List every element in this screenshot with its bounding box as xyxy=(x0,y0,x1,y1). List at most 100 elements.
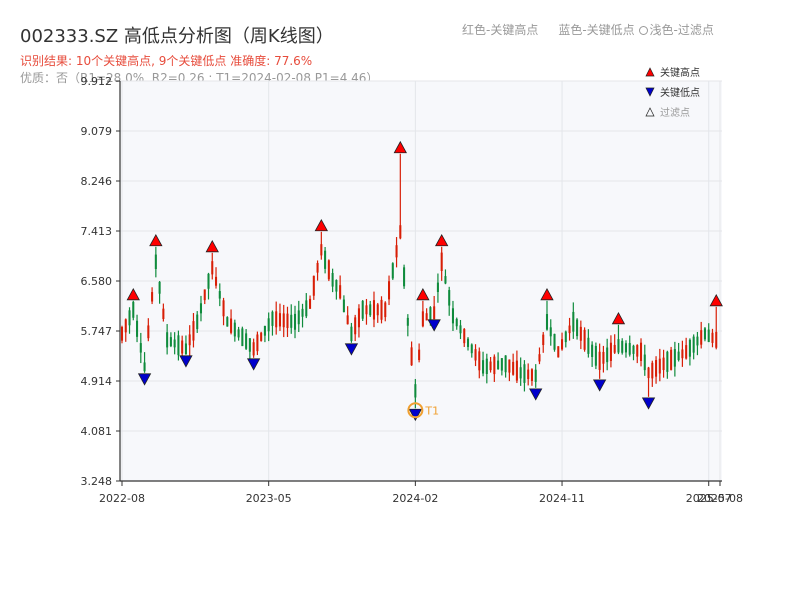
candle-body xyxy=(132,301,135,318)
y-tick-label: 4.081 xyxy=(81,425,113,438)
candle-body xyxy=(696,336,699,346)
x-tick-label: 2023-05 xyxy=(246,492,292,505)
candle-body xyxy=(245,333,248,349)
candle-body xyxy=(301,308,304,317)
candle-body xyxy=(542,334,545,346)
candle-body xyxy=(136,320,139,337)
candle-body xyxy=(230,318,233,333)
candle-body xyxy=(602,351,605,364)
candle-body xyxy=(523,364,526,383)
candle-body xyxy=(673,349,676,367)
candle-body xyxy=(606,347,609,363)
candle-body xyxy=(500,358,503,371)
candle-body xyxy=(320,244,323,256)
candle-body xyxy=(143,362,146,372)
candle-body xyxy=(342,299,345,313)
candle-body xyxy=(655,360,658,377)
legend-high-icon xyxy=(645,67,655,77)
y-tick-label: 6.580 xyxy=(81,275,113,288)
candle-body xyxy=(226,317,229,327)
candle-body xyxy=(613,344,616,353)
candle-body xyxy=(335,280,338,292)
candle-body xyxy=(700,330,703,345)
candle-body xyxy=(297,310,300,325)
candle-body xyxy=(327,260,330,280)
candle-body xyxy=(252,342,255,356)
candle-body xyxy=(233,322,236,337)
candle-body xyxy=(410,347,413,366)
candle-body xyxy=(433,306,436,320)
candle-body xyxy=(316,262,319,273)
candle-body xyxy=(564,331,567,343)
candle-body xyxy=(267,318,270,332)
candle-body xyxy=(387,281,391,300)
candle-body xyxy=(372,300,376,320)
y-tick-label: 9.912 xyxy=(81,75,113,88)
candle-body xyxy=(350,326,353,341)
legend-high-label: 关键高点 xyxy=(660,66,700,79)
candle-body xyxy=(493,356,496,375)
candle-body xyxy=(685,345,688,359)
candle-body xyxy=(636,345,639,357)
candle-body xyxy=(192,321,195,341)
candle-body xyxy=(196,314,199,330)
candle-body xyxy=(466,338,470,347)
candle-body xyxy=(651,362,654,379)
candle-body xyxy=(643,354,646,371)
x-tick-label: 2024-02 xyxy=(392,492,438,505)
candle-body xyxy=(707,329,710,343)
candle-body xyxy=(384,302,387,318)
candle-body xyxy=(587,337,590,354)
candle-body xyxy=(181,340,184,354)
candle-body xyxy=(162,308,165,319)
candle-body xyxy=(455,318,458,327)
candle-body xyxy=(218,291,221,299)
candle-body xyxy=(478,351,481,371)
candle-body xyxy=(474,349,477,361)
x-tick-label: 2024-11 xyxy=(539,492,585,505)
candle-body xyxy=(286,313,289,329)
candle-body xyxy=(692,336,695,353)
candle-body xyxy=(670,349,673,370)
candle-body xyxy=(406,317,409,326)
candle-body xyxy=(688,339,691,357)
candle-body xyxy=(188,334,191,346)
candle-body xyxy=(594,345,597,366)
candle-body xyxy=(497,360,500,370)
candle-body xyxy=(256,334,259,352)
candle-body xyxy=(293,313,297,330)
candle-body xyxy=(290,314,293,328)
candle-body xyxy=(425,313,428,321)
legend-filtered-label: 过滤点 xyxy=(660,106,690,119)
candle-body xyxy=(436,282,439,293)
candle-body xyxy=(681,349,684,359)
candle-body xyxy=(572,311,575,332)
candle-body xyxy=(504,355,507,373)
candle-body xyxy=(305,300,308,317)
candle-body xyxy=(470,344,473,354)
candle-body xyxy=(421,311,424,327)
candle-body xyxy=(151,292,154,302)
candle-body xyxy=(177,335,180,356)
candle-body xyxy=(658,358,661,374)
candle-body xyxy=(354,317,357,335)
candle-body xyxy=(418,349,421,361)
candle-body xyxy=(444,276,447,284)
candle-body xyxy=(628,342,631,355)
candle-body xyxy=(173,339,176,348)
candle-body xyxy=(399,225,402,239)
candle-body xyxy=(534,369,537,382)
candle-body xyxy=(545,314,549,330)
candle-body xyxy=(485,358,488,374)
y-tick-label: 3.248 xyxy=(81,475,113,488)
candle-body xyxy=(621,340,624,353)
candle-body xyxy=(666,351,669,372)
candle-body xyxy=(512,361,515,375)
candle-body xyxy=(158,281,161,294)
candle-body xyxy=(331,272,334,287)
candle-body xyxy=(568,325,571,334)
candle-body xyxy=(549,327,552,337)
candle-body xyxy=(391,263,394,279)
candle-body xyxy=(324,250,327,269)
candle-body xyxy=(124,319,127,333)
